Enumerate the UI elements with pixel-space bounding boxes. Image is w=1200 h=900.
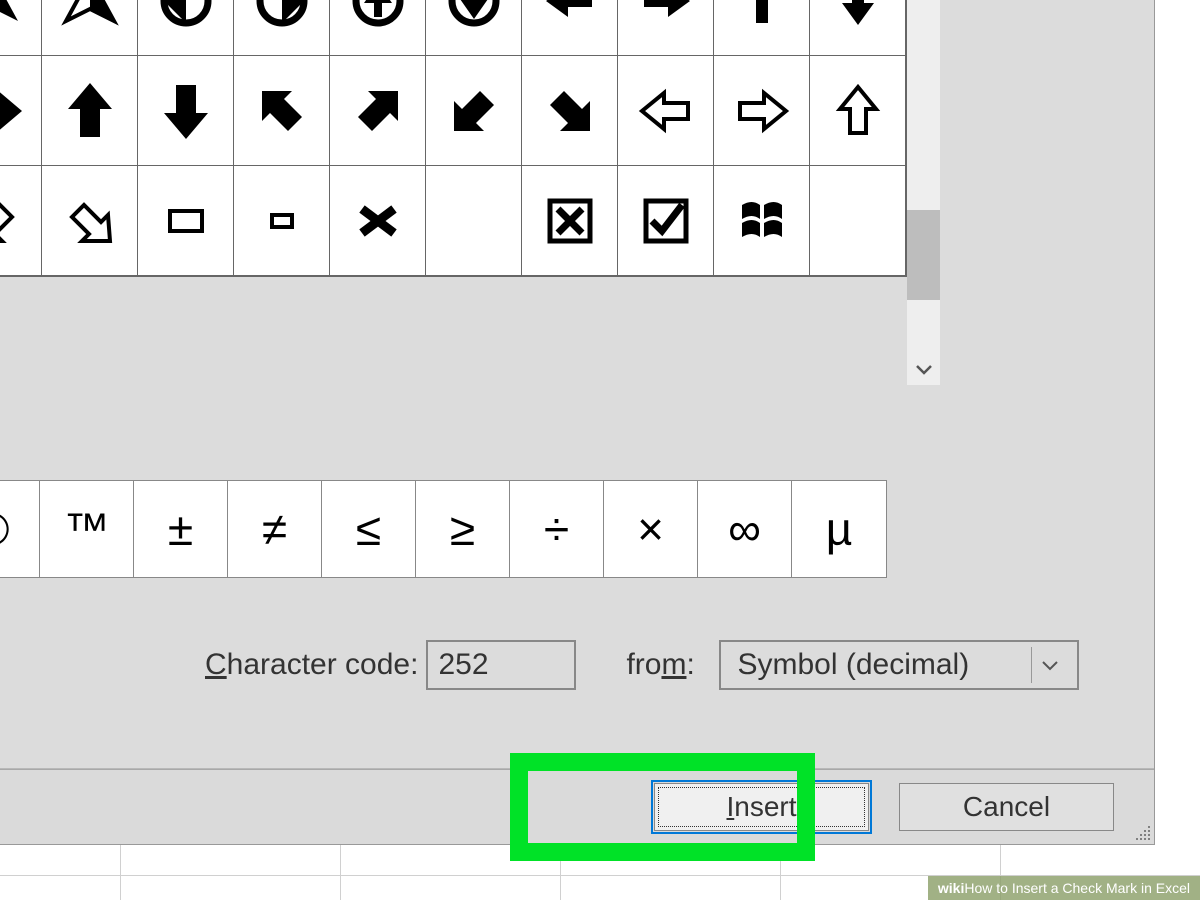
chevron-down-icon[interactable]	[1031, 647, 1067, 683]
arrow-diag-sw-icon	[444, 81, 504, 141]
symbol-cell-arrow-circle-right-half[interactable]	[234, 0, 330, 56]
x-mark-icon	[348, 191, 408, 251]
symbol-cell-arrow-up[interactable]	[714, 0, 810, 56]
recent-symbol-6[interactable]: ÷	[510, 481, 604, 577]
symbol-cell-arrow-diag-sw[interactable]	[426, 56, 522, 166]
arrow-diag-se-outline-icon	[60, 191, 120, 251]
check-box-icon	[636, 191, 696, 251]
symbol-cell-arrow-up-outline[interactable]	[810, 56, 906, 166]
symbol-cell-arrow-down-bold[interactable]	[138, 56, 234, 166]
dialog-body: ®™±≠≤≥÷×∞µ Character code: 252 from: Sym…	[0, 0, 1154, 769]
scrollbar-thumb[interactable]	[907, 210, 940, 300]
arrow-up-bold-icon	[60, 81, 120, 141]
recent-symbol-3[interactable]: ≠	[228, 481, 322, 577]
symbol-cell-arrow-diag-sw-outline[interactable]	[0, 166, 42, 276]
arrow-up-outline-icon	[828, 81, 888, 141]
symbol-cell-nw-filled-cursor[interactable]	[0, 0, 42, 56]
from-dropdown-value: Symbol (decimal)	[737, 648, 969, 682]
recent-symbol-7[interactable]: ×	[604, 481, 698, 577]
from-dropdown[interactable]: Symbol (decimal)	[719, 640, 1079, 690]
arrow-diag-se-icon	[540, 81, 600, 141]
arrow-left-outline-icon	[636, 81, 696, 141]
scrollbar-down-button[interactable]	[907, 352, 940, 385]
recent-symbol-1[interactable]: ™	[40, 481, 134, 577]
windows-logo-icon	[732, 191, 792, 251]
recent-symbol-0[interactable]: ®	[0, 481, 40, 577]
symbol-cell-x-box[interactable]	[522, 166, 618, 276]
check-icon	[444, 191, 504, 251]
arrow-left-icon	[540, 0, 600, 31]
arrow-diag-sw-outline-icon	[0, 191, 24, 251]
arrow-circle-down-icon	[444, 0, 504, 31]
recent-symbol-9[interactable]: µ	[792, 481, 886, 577]
symbol-dialog: ®™±≠≤≥÷×∞µ Character code: 252 from: Sym…	[0, 0, 1155, 845]
rect-outline-icon	[156, 191, 216, 251]
character-code-row: Character code: 252 from: Symbol (decima…	[205, 640, 1079, 690]
symbol-cell-check[interactable]	[426, 166, 522, 276]
symbol-cell-arrow-left-outline[interactable]	[618, 56, 714, 166]
symbol-cell-arrow-diag-se-outline[interactable]	[42, 166, 138, 276]
arrow-diag-ne-icon	[348, 81, 408, 141]
character-code-label: Character code:	[205, 648, 418, 682]
nw-filled-cursor-icon	[0, 0, 24, 31]
blank-icon	[828, 191, 888, 251]
arrow-diag-nw-icon	[252, 81, 312, 141]
arrow-right-outline-icon	[732, 81, 792, 141]
arrow-circle-left-half-icon	[156, 0, 216, 31]
cancel-button[interactable]: Cancel	[899, 783, 1114, 831]
symbol-grid	[0, 0, 907, 277]
symbol-cell-arrow-circle-left-half[interactable]	[138, 0, 234, 56]
recent-symbol-5[interactable]: ≥	[416, 481, 510, 577]
arrow-down-icon	[828, 0, 888, 31]
symbol-cell-x-mark[interactable]	[330, 166, 426, 276]
symbol-grid-scrollbar[interactable]	[907, 0, 940, 385]
symbol-cell-blank[interactable]	[810, 166, 906, 276]
recent-symbol-2[interactable]: ±	[134, 481, 228, 577]
insert-button[interactable]: Insert	[654, 783, 869, 831]
arrow-circle-up-icon	[348, 0, 408, 31]
character-code-input[interactable]: 252	[426, 640, 576, 690]
symbol-cell-arrow-circle-up[interactable]	[330, 0, 426, 56]
symbol-cell-arrow-up-bold[interactable]	[42, 56, 138, 166]
arrow-down-bold-icon	[156, 81, 216, 141]
symbol-cell-windows-logo[interactable]	[714, 166, 810, 276]
symbol-cell-arrow-circle-down[interactable]	[426, 0, 522, 56]
recently-used-row: ®™±≠≤≥÷×∞µ	[0, 480, 887, 578]
arrow-right-bold-icon	[0, 81, 24, 141]
arrow-up-icon	[732, 0, 792, 31]
arrow-circle-right-half-icon	[252, 0, 312, 31]
symbol-cell-arrow-right-outline[interactable]	[714, 56, 810, 166]
recent-symbol-8[interactable]: ∞	[698, 481, 792, 577]
symbol-cell-arrow-diag-ne[interactable]	[330, 56, 426, 166]
symbol-cell-arrow-down[interactable]	[810, 0, 906, 56]
from-label: from:	[626, 648, 694, 682]
symbol-cell-arrow-left[interactable]	[522, 0, 618, 56]
dialog-button-bar: Insert Cancel	[0, 769, 1154, 844]
nw-outline-cursor-icon	[60, 0, 120, 31]
symbol-cell-rect-small[interactable]	[234, 166, 330, 276]
x-box-icon	[540, 191, 600, 251]
resize-grip[interactable]	[1134, 824, 1152, 842]
watermark: wikiHow to Insert a Check Mark in Excel	[928, 876, 1200, 900]
arrow-right-icon	[636, 0, 696, 31]
symbol-cell-rect-outline[interactable]	[138, 166, 234, 276]
recent-symbol-4[interactable]: ≤	[322, 481, 416, 577]
symbol-cell-nw-outline-cursor[interactable]	[42, 0, 138, 56]
symbol-cell-arrow-diag-se[interactable]	[522, 56, 618, 166]
symbol-cell-arrow-right-bold[interactable]	[0, 56, 42, 166]
symbol-cell-arrow-diag-nw[interactable]	[234, 56, 330, 166]
rect-small-icon	[252, 191, 312, 251]
symbol-cell-check-box[interactable]	[618, 166, 714, 276]
symbol-cell-arrow-right[interactable]	[618, 0, 714, 56]
